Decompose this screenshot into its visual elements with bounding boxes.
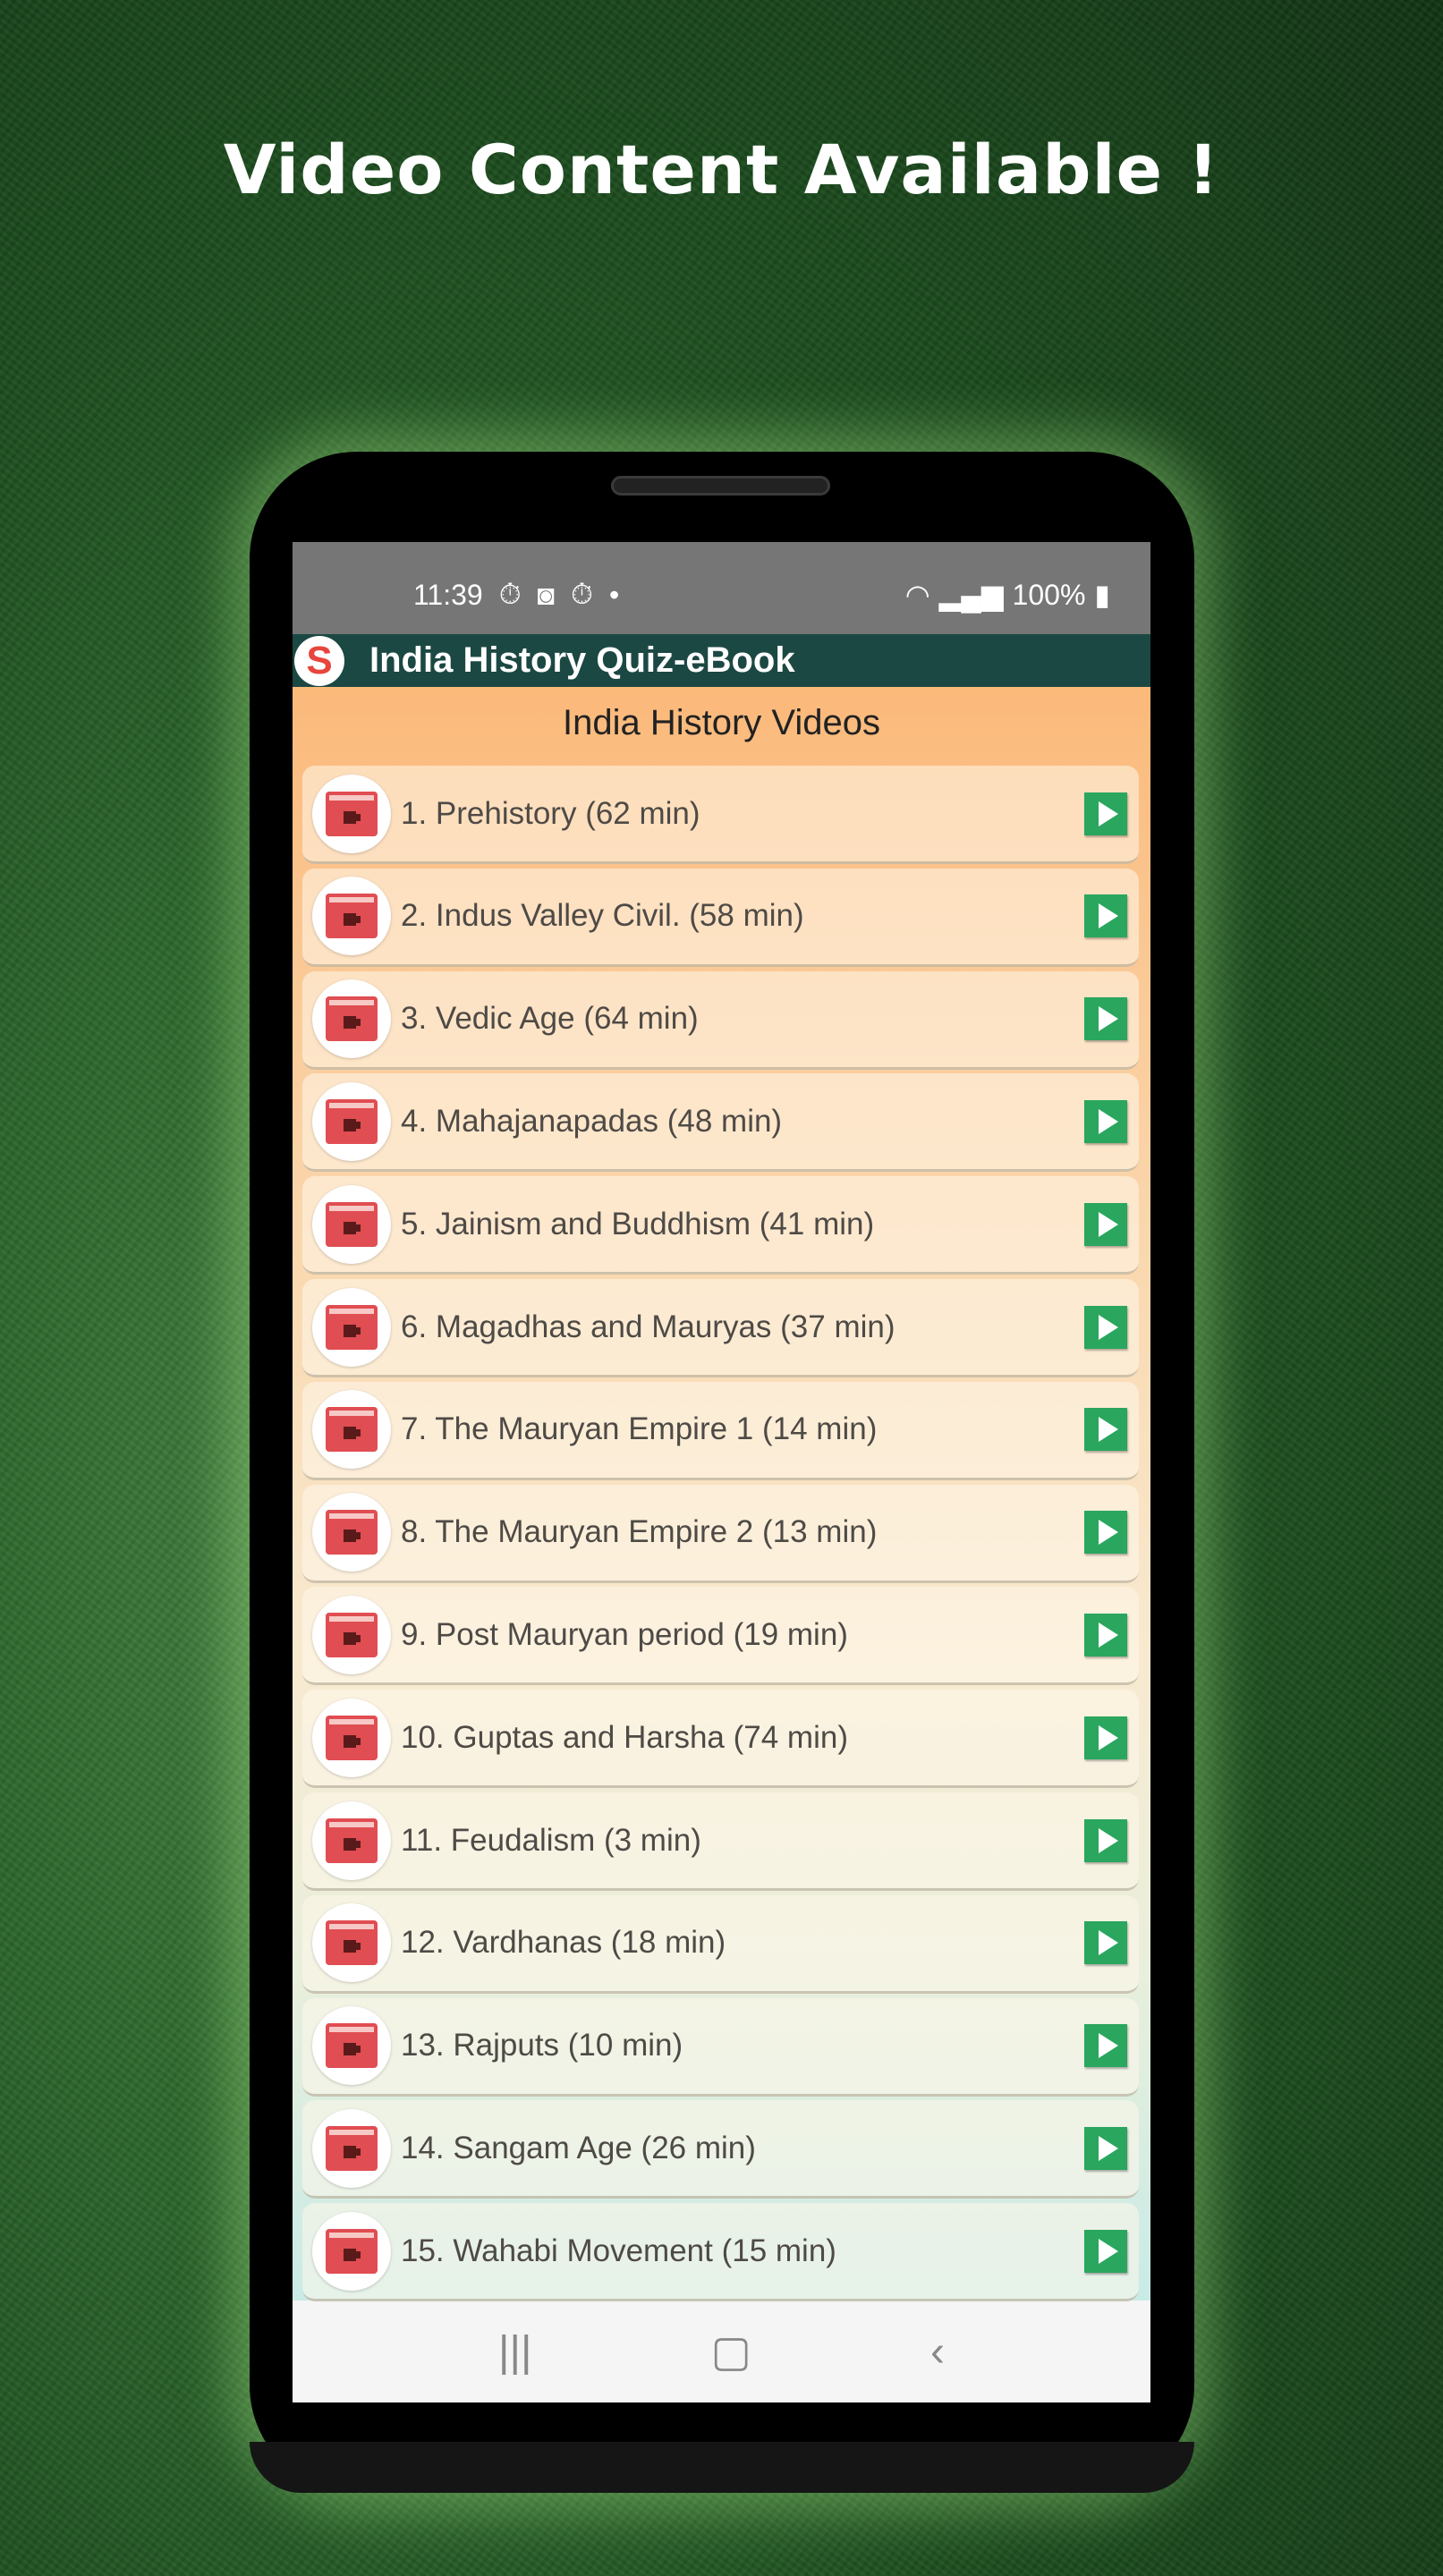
video-title: 2. Indus Valley Civil. (58 min) [401,898,804,934]
play-button[interactable] [1084,1716,1127,1759]
video-list-item[interactable]: 5. Jainism and Buddhism (41 min) [302,1176,1139,1275]
play-button[interactable] [1084,1921,1127,1965]
play-button[interactable] [1084,792,1127,835]
play-button[interactable] [1084,1305,1127,1349]
video-list-item[interactable]: 6. Magadhas and Mauryas (37 min) [302,1279,1139,1377]
play-button[interactable] [1084,2126,1127,2170]
video-folder-icon [312,774,391,853]
video-title: 8. The Mauryan Empire 2 (13 min) [401,1514,878,1550]
video-list-item[interactable]: 15. Wahabi Movement (15 min) [302,2203,1139,2302]
play-button[interactable] [1084,1099,1127,1143]
video-folder-icon [312,979,391,1059]
play-button[interactable] [1084,2024,1127,2068]
video-title: 6. Magadhas and Mauryas (37 min) [401,1309,896,1344]
play-button[interactable] [1084,997,1127,1041]
app-logo-icon: S [294,635,344,686]
battery-charging-icon: ▮ [1094,579,1110,611]
play-button[interactable] [1084,1202,1127,1246]
play-button[interactable] [1084,1613,1127,1657]
dot-icon: • [608,578,620,611]
video-folder-icon [312,1493,391,1572]
video-list-item[interactable]: 3. Vedic Age (64 min) [302,970,1139,1070]
video-list-item[interactable]: 2. Indus Valley Civil. (58 min) [302,868,1139,967]
page-title: India History Videos [563,703,880,742]
video-title: 13. Rajputs (10 min) [401,2028,683,2063]
video-title: 12. Vardhanas (18 min) [401,1925,726,1961]
video-list-item[interactable]: 9. Post Mauryan period (19 min) [302,1587,1139,1686]
speaker-grill [611,476,830,496]
video-title: 14. Sangam Age (26 min) [401,2130,756,2165]
play-button[interactable] [1084,2229,1127,2273]
video-folder-icon [312,2108,391,2188]
video-title: 15. Wahabi Movement (15 min) [401,2233,836,2268]
video-list-item[interactable]: 7. The Mauryan Empire 1 (14 min) [302,1381,1139,1480]
video-title: 7. The Mauryan Empire 1 (14 min) [401,1411,878,1447]
timer-icon: ⏱ [571,578,593,610]
video-list-item[interactable]: 14. Sangam Age (26 min) [302,2100,1139,2199]
video-folder-icon [312,1903,391,1983]
video-title: 10. Guptas and Harsha (74 min) [401,1719,848,1755]
video-folder-icon [312,1081,391,1161]
video-list-item[interactable]: 12. Vardhanas (18 min) [302,1894,1139,1994]
app-title: India History Quiz-eBook [369,640,795,680]
video-folder-icon [312,1184,391,1264]
phone-chin [250,2442,1194,2493]
status-bar: 11:39 ⏱ ◙ ⏱ • ◠ ▂▄▆ 100% ▮ [293,542,1150,634]
video-title: 5. Jainism and Buddhism (41 min) [401,1206,875,1241]
headline: Video Content Available ! [223,130,1220,209]
video-list-page: India History Videos 1. Prehistory (62 m… [293,687,1150,2302]
video-folder-icon [312,2006,391,2086]
video-folder-icon [312,2211,391,2291]
wifi-icon: ◠ [904,579,930,611]
play-button[interactable] [1084,894,1127,938]
app-bar: S India History Quiz-eBook [293,634,1150,687]
video-list-item[interactable]: 1. Prehistory (62 min) [302,766,1139,864]
video-title: 3. Vedic Age (64 min) [401,1001,699,1037]
play-button[interactable] [1084,1818,1127,1862]
video-title: 9. Post Mauryan period (19 min) [401,1616,848,1652]
video-folder-icon [312,877,391,956]
video-list-item[interactable]: 11. Feudalism (3 min) [302,1792,1139,1891]
back-icon[interactable]: ‹ [930,2327,945,2377]
video-list-item[interactable]: 4. Mahajanapadas (48 min) [302,1073,1139,1173]
video-list-item[interactable]: 13. Rajputs (10 min) [302,1997,1139,2097]
video-title: 4. Mahajanapadas (48 min) [401,1103,783,1139]
video-list-item[interactable]: 8. The Mauryan Empire 2 (13 min) [302,1484,1139,1583]
timer-icon: ⏱ [498,578,522,610]
navigation-bar: ||| ▢ ‹ [293,2301,1150,2402]
home-icon[interactable]: ▢ [711,2326,751,2377]
media-icon: ◙ [537,578,555,611]
status-time: 11:39 [413,578,483,611]
recent-apps-icon[interactable]: ||| [498,2327,531,2377]
signal-icon: ▂▄▆ [938,579,1004,611]
play-button[interactable] [1084,1511,1127,1555]
video-title: 11. Feudalism (3 min) [401,1822,701,1858]
video-folder-icon [312,1287,391,1367]
video-folder-icon [312,1390,391,1470]
video-list-item[interactable]: 10. Guptas and Harsha (74 min) [302,1690,1139,1789]
video-folder-icon [312,1595,391,1674]
phone-screen: 11:39 ⏱ ◙ ⏱ • ◠ ▂▄▆ 100% ▮ S India Histo… [293,542,1150,2402]
play-button[interactable] [1084,1408,1127,1452]
video-title: 1. Prehistory (62 min) [401,795,700,831]
video-folder-icon [312,1801,391,1880]
battery-level: 100% [1012,578,1086,611]
video-folder-icon [312,1698,391,1777]
